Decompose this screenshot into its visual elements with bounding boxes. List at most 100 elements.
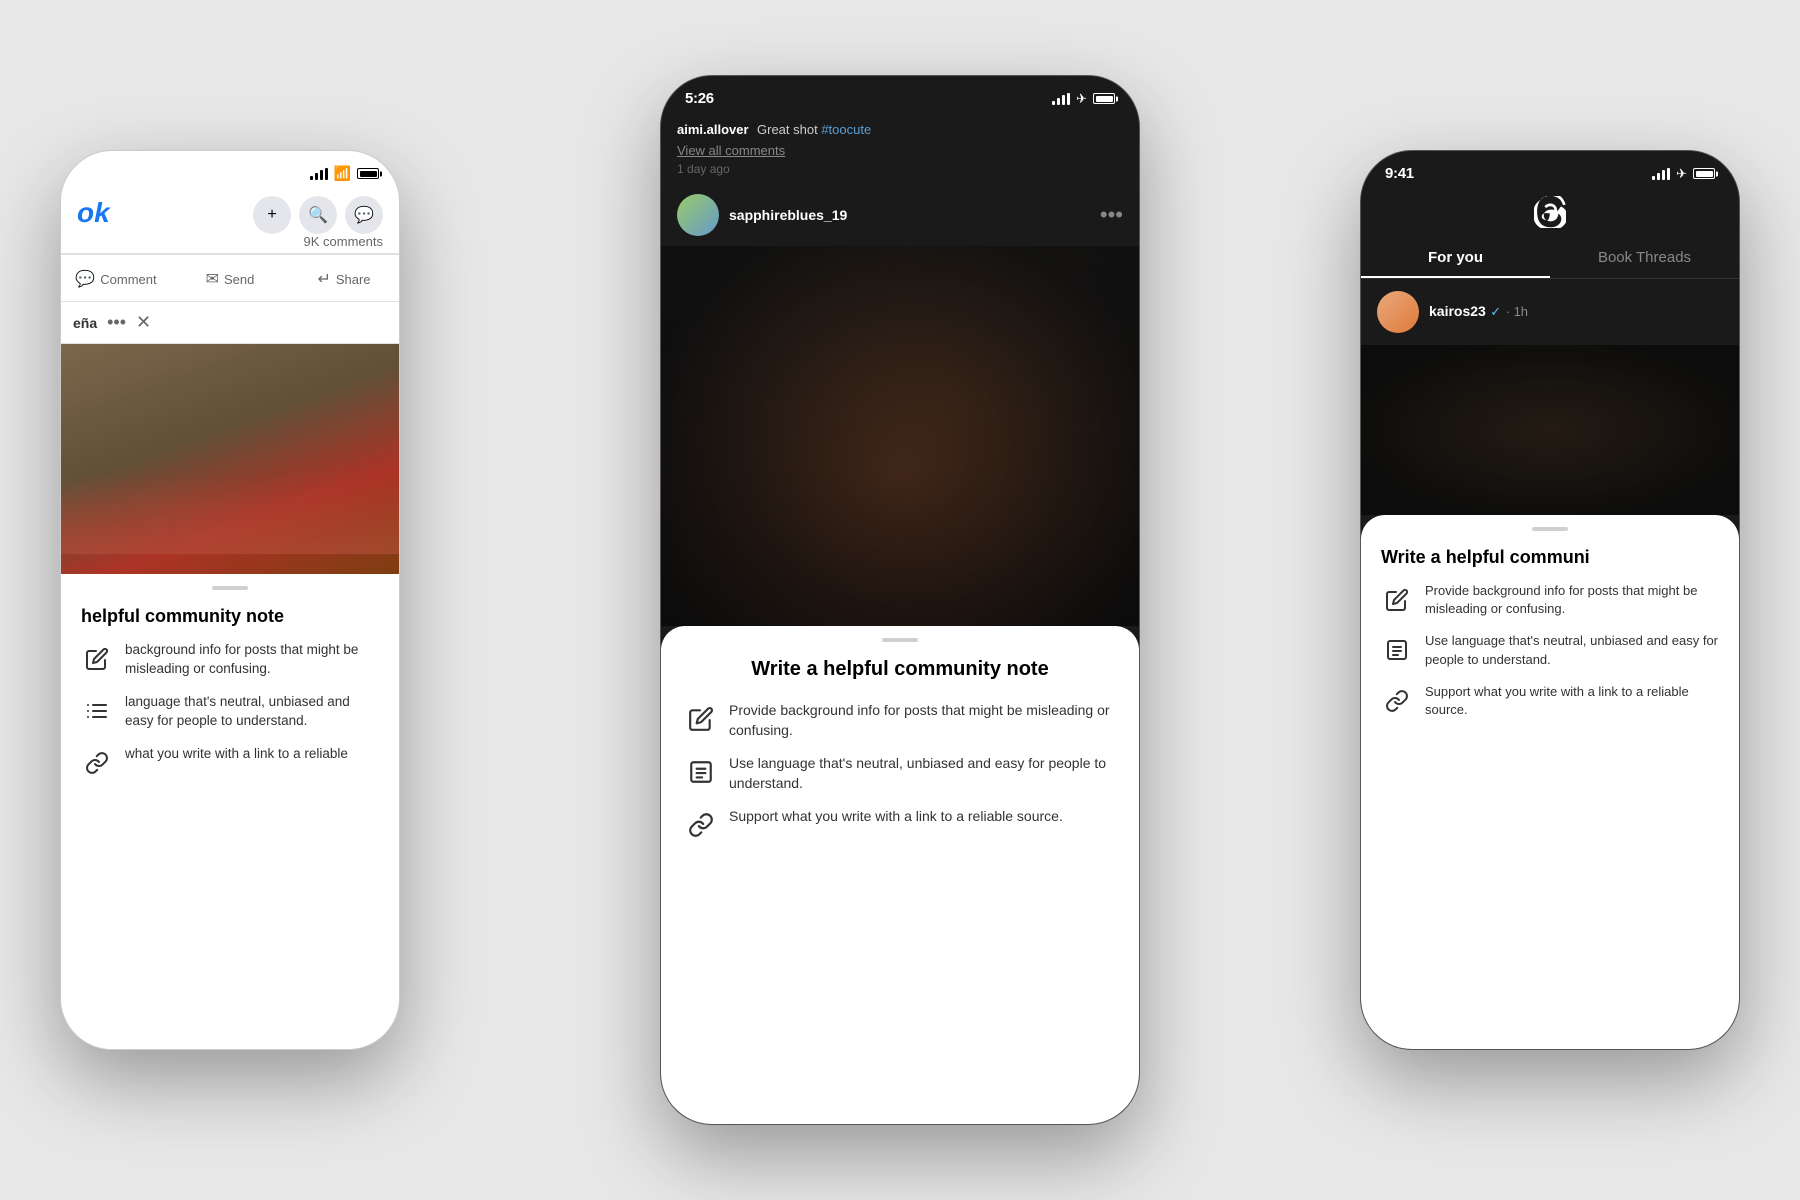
facebook-post-image <box>61 344 399 574</box>
threads-tabs: For you Book Threads <box>1361 241 1739 279</box>
ig-community-item-1: Provide background info for posts that m… <box>685 701 1115 740</box>
community-item-1: background info for posts that might be … <box>81 641 379 679</box>
ig-community-text-2: Use language that's neutral, unbiased an… <box>729 754 1115 793</box>
facebook-logo: ok <box>77 197 110 229</box>
threads-user-info: kairos23 ✓ · 1h <box>1429 303 1528 321</box>
panel-title: eña <box>73 315 97 331</box>
instagram-time: 5:26 <box>685 90 714 107</box>
threads-community-item-2: Use language that's neutral, unbiased an… <box>1381 632 1719 668</box>
share-icon: ↵ <box>317 269 330 289</box>
threads-avatar <box>1377 291 1419 333</box>
ig-edit-icon <box>685 703 717 735</box>
facebook-header: ok + 🔍 💬 9K comments <box>61 188 399 254</box>
share-label: Share <box>336 272 371 287</box>
ig-community-item-2: Use language that's neutral, unbiased an… <box>685 754 1115 793</box>
battery-fill <box>360 171 377 177</box>
threads-community-text-1: Provide background info for posts that m… <box>1425 582 1719 618</box>
sheet-handle <box>212 586 248 590</box>
threads-status-icons: ✈ <box>1652 166 1715 182</box>
comment-button[interactable]: 💬 Comment <box>61 265 171 293</box>
tab-for-you[interactable]: For you <box>1361 241 1550 278</box>
tab-book-threads[interactable]: Book Threads <box>1550 241 1739 278</box>
share-button[interactable]: ↵ Share <box>289 265 399 293</box>
instagram-bottom-sheet: Write a helpful community note Provide b… <box>661 626 1139 1124</box>
comment-label: Comment <box>100 272 156 287</box>
ig-caption-username: aimi.allover <box>677 122 749 137</box>
threads-link-icon <box>1381 685 1413 717</box>
ig-battery-fill <box>1096 96 1113 102</box>
threads-community-item-3: Support what you write with a link to a … <box>1381 683 1719 719</box>
threads-status-bar: 9:41 ✈ <box>1361 151 1739 190</box>
phone-facebook: 📶 ok + 🔍 💬 <box>60 150 400 1050</box>
ig-caption-row: aimi.allover Great shot #toocute <box>677 121 1123 139</box>
threads-bottom-sheet: Write a helpful communi Provide backgrou… <box>1361 515 1739 1049</box>
sheet-title-partial: helpful community note <box>81 606 379 627</box>
close-icon[interactable]: ✕ <box>136 312 151 333</box>
threads-wifi-icon: ✈ <box>1676 166 1687 182</box>
threads-sheet-handle <box>1532 527 1568 531</box>
phones-container: 📶 ok + 🔍 💬 <box>0 0 1800 1200</box>
wifi-icon: 📶 <box>334 165 351 182</box>
ig-caption-text: Great shot <box>757 122 821 137</box>
ig-community-text-3: Support what you write with a link to a … <box>729 807 1063 827</box>
ig-battery-icon <box>1093 93 1115 104</box>
phone-threads: 9:41 ✈ <box>1360 150 1740 1050</box>
send-label: Send <box>224 272 254 287</box>
facebook-plus-button[interactable]: + <box>253 196 291 234</box>
ig-link-icon <box>685 809 717 841</box>
threads-community-item-1: Provide background info for posts that m… <box>1381 582 1719 618</box>
ig-username[interactable]: sapphireblues_19 <box>729 207 1100 223</box>
facebook-search-button[interactable]: 🔍 <box>299 196 337 234</box>
edit-icon <box>81 643 113 675</box>
phone-instagram: 5:26 ✈ aimi.allover Great shot #toocute <box>660 75 1140 1125</box>
facebook-status-bar: 📶 <box>61 151 399 188</box>
threads-community-text-2: Use language that's neutral, unbiased an… <box>1425 632 1719 668</box>
battery-icon <box>357 168 379 179</box>
instagram-post-image <box>661 246 1139 626</box>
ig-community-item-3: Support what you write with a link to a … <box>685 807 1115 841</box>
signal-bars-icon <box>310 168 328 180</box>
send-icon: ✉ <box>206 269 219 289</box>
facebook-reactions-bar: 💬 Comment ✉ Send ↵ Share <box>61 254 399 302</box>
link-icon <box>81 747 113 779</box>
community-item-3: what you write with a link to a reliable <box>81 745 379 779</box>
threads-user-row: kairos23 ✓ · 1h <box>1361 279 1739 345</box>
facebook-messenger-button[interactable]: 💬 <box>345 196 383 234</box>
threads-sheet-title-partial: Write a helpful communi <box>1381 547 1719 568</box>
ig-hashtag: #toocute <box>821 122 871 137</box>
threads-time: 9:41 <box>1385 165 1414 182</box>
threads-logo-icon <box>1361 196 1739 235</box>
search-icon: 🔍 <box>308 205 328 225</box>
threads-username[interactable]: kairos23 <box>1429 303 1486 319</box>
instagram-user-row: sapphireblues_19 ••• <box>661 184 1139 246</box>
ig-signal-icon <box>1052 93 1070 105</box>
ig-time-ago: 1 day ago <box>677 162 1123 176</box>
facebook-comment-panel: eña ••• ✕ <box>61 302 399 344</box>
image-gradient <box>61 474 399 554</box>
threads-battery-icon <box>1693 168 1715 179</box>
messenger-icon: 💬 <box>354 205 374 225</box>
threads-list-icon <box>1381 634 1413 666</box>
ig-list-icon <box>685 756 717 788</box>
threads-edit-icon <box>1381 584 1413 616</box>
threads-community-text-3: Support what you write with a link to a … <box>1425 683 1719 719</box>
ig-more-icon[interactable]: ••• <box>1100 202 1123 228</box>
community-text-2: language that's neutral, unbiased and ea… <box>125 693 379 731</box>
comments-count: 9K comments <box>77 234 383 249</box>
threads-battery-fill <box>1696 171 1713 177</box>
ig-sheet-title: Write a helpful community note <box>685 658 1115 681</box>
instagram-status-bar: 5:26 ✈ <box>661 76 1139 115</box>
community-item-2: language that's neutral, unbiased and ea… <box>81 693 379 731</box>
options-dots-icon[interactable]: ••• <box>107 312 126 333</box>
ig-sheet-handle <box>882 638 918 642</box>
community-text-1: background info for posts that might be … <box>125 641 379 679</box>
threads-post-area <box>1361 345 1739 515</box>
community-text-3: what you write with a link to a reliable <box>125 745 348 764</box>
ig-community-text-1: Provide background info for posts that m… <box>729 701 1115 740</box>
threads-time-ago: · 1h <box>1506 304 1528 319</box>
send-button[interactable]: ✉ Send <box>175 265 285 293</box>
facebook-bottom-sheet: helpful community note background info f… <box>61 574 399 1049</box>
ig-view-comments[interactable]: View all comments <box>677 143 1123 158</box>
ig-avatar <box>677 194 719 236</box>
comment-icon: 💬 <box>75 269 95 289</box>
